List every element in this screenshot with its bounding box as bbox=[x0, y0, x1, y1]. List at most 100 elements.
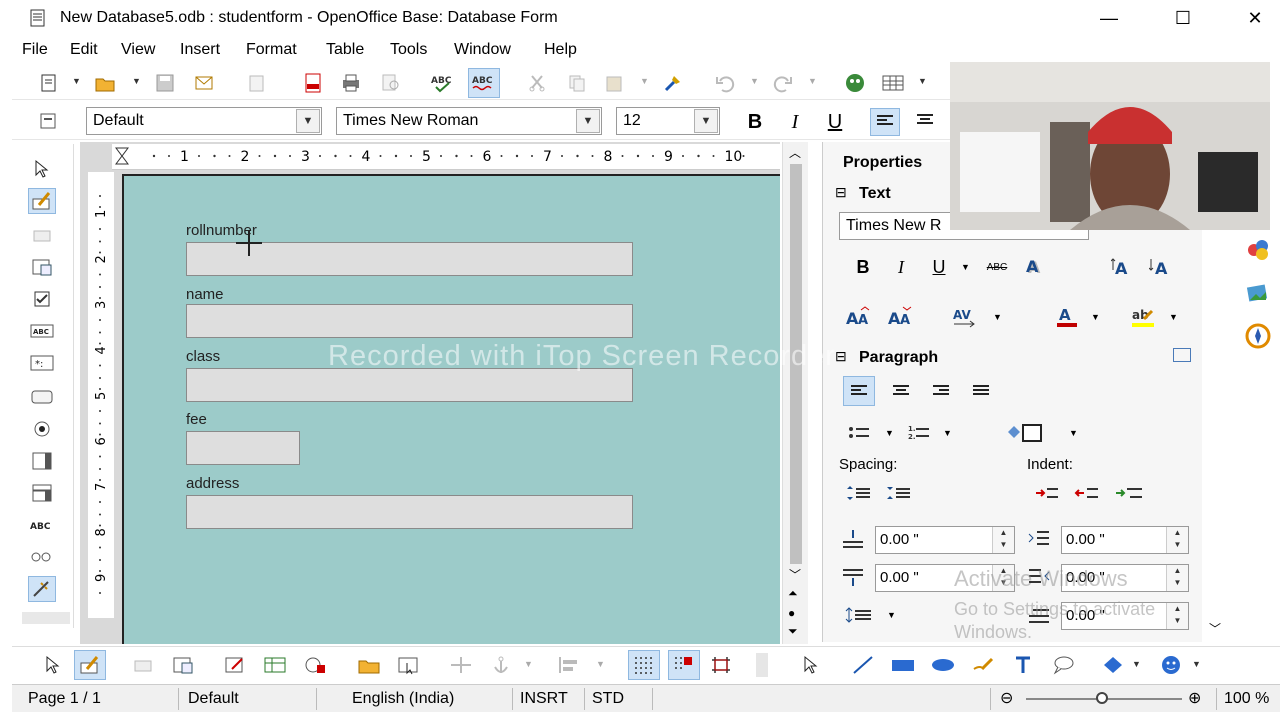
save-icon[interactable] bbox=[152, 70, 178, 96]
line-tool-icon[interactable] bbox=[850, 652, 876, 678]
italic-button[interactable]: I bbox=[780, 108, 810, 136]
page-style-indicator[interactable]: Default bbox=[188, 690, 239, 708]
class-label[interactable]: class bbox=[186, 348, 220, 365]
checkbox-icon[interactable] bbox=[28, 286, 56, 312]
select-pointer-icon[interactable] bbox=[798, 652, 824, 678]
fee-field[interactable] bbox=[186, 431, 300, 465]
design-mode-icon[interactable] bbox=[28, 188, 56, 214]
form-properties-icon[interactable] bbox=[28, 254, 56, 280]
vertical-ruler[interactable]: 1 2 3 4 5 6 7 8 9 bbox=[88, 172, 114, 618]
scroll-up-icon[interactable]: ︿ bbox=[789, 144, 801, 161]
add-field-icon[interactable] bbox=[302, 652, 328, 678]
fee-label[interactable]: fee bbox=[186, 411, 207, 428]
copy-icon[interactable] bbox=[564, 70, 590, 96]
sidebar-italic-button[interactable]: I bbox=[885, 252, 917, 282]
toolbar-scroll-handle[interactable] bbox=[22, 612, 70, 624]
increase-spacing-icon[interactable] bbox=[843, 478, 875, 508]
zoom-slider-knob[interactable] bbox=[1096, 692, 1108, 704]
form-properties-icon[interactable] bbox=[222, 652, 248, 678]
shadow-icon[interactable]: AA bbox=[1021, 252, 1053, 282]
decrease-font-icon[interactable]: A bbox=[1145, 252, 1177, 282]
navigator-icon[interactable] bbox=[842, 70, 868, 96]
superscript-icon[interactable]: AA bbox=[843, 302, 875, 332]
rectangle-tool-icon[interactable] bbox=[890, 652, 916, 678]
navigator-deck-icon[interactable] bbox=[1244, 322, 1272, 350]
paragraph-collapse-icon[interactable]: ⊟ bbox=[835, 348, 847, 365]
text-section-title[interactable]: Text bbox=[859, 185, 891, 203]
spellcheck-icon[interactable]: ABC bbox=[430, 70, 456, 96]
numbering-icon[interactable]: 1. 2. bbox=[903, 418, 935, 448]
open-design-icon[interactable] bbox=[356, 652, 382, 678]
list-box-icon[interactable] bbox=[28, 448, 56, 474]
subscript-icon[interactable]: AA bbox=[885, 302, 917, 332]
form-page[interactable]: rollnumber name class fee address bbox=[122, 174, 780, 644]
open-folder-icon[interactable] bbox=[92, 70, 118, 96]
combo-box-icon[interactable] bbox=[28, 480, 56, 506]
menu-window[interactable]: Window bbox=[454, 41, 511, 59]
new-document-icon[interactable] bbox=[36, 70, 62, 96]
highlight-color-icon[interactable]: ab bbox=[1127, 302, 1159, 332]
more-controls-icon[interactable] bbox=[28, 544, 56, 570]
text-collapse-icon[interactable]: ⊟ bbox=[835, 184, 847, 201]
control-wizards-icon[interactable] bbox=[28, 222, 56, 248]
print-icon[interactable] bbox=[338, 70, 364, 96]
sidebar-strikethrough-button[interactable]: ABC bbox=[981, 252, 1013, 282]
minimize-button[interactable]: — bbox=[1086, 4, 1132, 32]
scroll-down-icon[interactable]: ﹀ bbox=[789, 566, 801, 583]
paragraph-style-select[interactable]: Default ▼ bbox=[86, 107, 322, 135]
line-spacing-icon[interactable] bbox=[843, 600, 875, 630]
wizard-icon[interactable] bbox=[130, 652, 156, 678]
paragraph-section-title[interactable]: Paragraph bbox=[859, 349, 938, 367]
menu-help[interactable]: Help bbox=[544, 41, 577, 59]
chevron-down-icon[interactable]: ▼ bbox=[885, 428, 894, 438]
sidebar-align-right-button[interactable] bbox=[925, 376, 957, 406]
language-indicator[interactable]: English (India) bbox=[352, 690, 454, 708]
name-field[interactable] bbox=[186, 304, 633, 338]
sidebar-align-left-button[interactable] bbox=[843, 376, 875, 406]
before-indent-input[interactable]: 0.00 " ▲ ▼ bbox=[1061, 526, 1189, 554]
basic-shapes-icon[interactable] bbox=[1100, 652, 1126, 678]
chevron-down-icon[interactable]: ▼ bbox=[694, 109, 718, 133]
select-pointer-icon[interactable] bbox=[28, 156, 56, 182]
insert-mode-indicator[interactable]: INSRT bbox=[520, 690, 568, 708]
spinner-arrows-icon[interactable]: ▲ ▼ bbox=[1166, 565, 1188, 591]
menu-insert[interactable]: Insert bbox=[180, 41, 220, 59]
increase-font-icon[interactable]: A bbox=[1107, 252, 1139, 282]
underline-button[interactable]: U bbox=[820, 108, 850, 136]
bold-button[interactable]: B bbox=[740, 108, 770, 136]
menu-edit[interactable]: Edit bbox=[70, 41, 98, 59]
font-color-icon[interactable]: A bbox=[1051, 302, 1083, 332]
snap-to-grid-icon[interactable] bbox=[668, 650, 700, 680]
selection-mode-indicator[interactable]: STD bbox=[592, 690, 624, 708]
chevron-down-icon[interactable]: ▼ bbox=[296, 109, 320, 133]
push-button-icon[interactable] bbox=[28, 384, 56, 410]
bullets-icon[interactable] bbox=[843, 418, 875, 448]
chevron-down-icon[interactable]: ▼ bbox=[887, 610, 896, 620]
gallery-deck-icon[interactable] bbox=[1244, 280, 1272, 308]
spinner-arrows-icon[interactable]: ▲ ▼ bbox=[992, 527, 1014, 553]
text-box-icon[interactable]: ABC bbox=[28, 318, 56, 344]
menu-file[interactable]: File bbox=[22, 41, 48, 59]
below-spacing-icon[interactable] bbox=[837, 562, 869, 592]
paste-icon[interactable] bbox=[602, 70, 628, 96]
chevron-down-icon[interactable]: ▼ bbox=[993, 312, 1002, 322]
above-spacing-input[interactable]: 0.00 " ▲ ▼ bbox=[875, 526, 1015, 554]
character-spacing-icon[interactable]: AV bbox=[949, 302, 981, 332]
sidebar-underline-button[interactable]: U bbox=[923, 252, 955, 282]
chevron-down-icon[interactable]: ▼ bbox=[1091, 312, 1100, 322]
align-left-button[interactable] bbox=[870, 108, 900, 136]
print-preview-icon[interactable] bbox=[378, 70, 404, 96]
previous-page-icon[interactable]: ⏶ bbox=[788, 586, 798, 601]
chevron-down-icon[interactable]: ▼ bbox=[1069, 428, 1078, 438]
styles-icon[interactable] bbox=[36, 108, 62, 134]
above-spacing-icon[interactable] bbox=[837, 524, 869, 554]
chevron-down-icon[interactable]: ▼ bbox=[576, 109, 600, 133]
zoom-level[interactable]: 100 % bbox=[1224, 690, 1269, 708]
auto-control-focus-icon[interactable] bbox=[396, 652, 422, 678]
autospellcheck-icon[interactable]: ABC bbox=[468, 68, 500, 98]
navigation-icon[interactable]: ● bbox=[788, 606, 795, 620]
name-label[interactable]: name bbox=[186, 286, 224, 303]
address-label[interactable]: address bbox=[186, 475, 239, 492]
chevron-down-icon[interactable]: ▼ bbox=[943, 428, 952, 438]
sidebar-align-center-button[interactable] bbox=[885, 376, 917, 406]
